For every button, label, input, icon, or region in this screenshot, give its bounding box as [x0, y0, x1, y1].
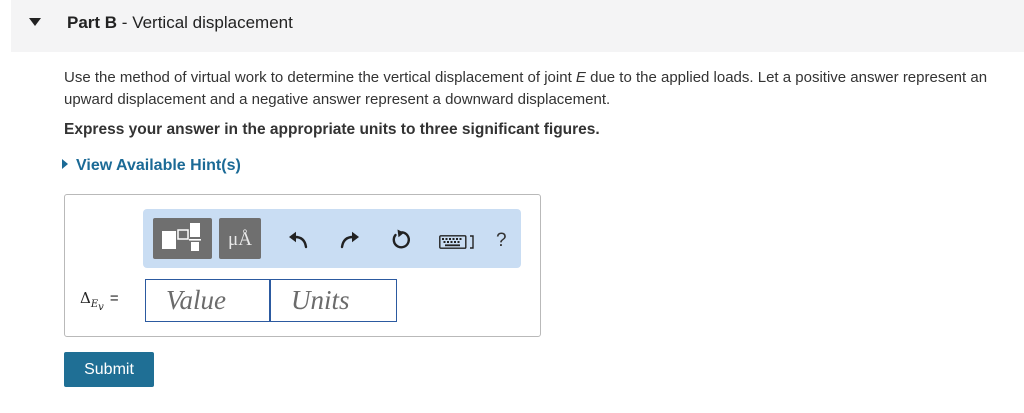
- value-input[interactable]: [145, 279, 270, 322]
- equals-sign: =: [109, 290, 119, 307]
- answer-instruction: Express your answer in the appropriate u…: [64, 121, 600, 138]
- reset-icon[interactable]: [389, 229, 411, 251]
- answer-label: ΔEv=: [80, 289, 119, 313]
- part-separator: -: [117, 13, 133, 32]
- part-label: Part B: [67, 13, 118, 32]
- help-icon[interactable]: ?: [496, 230, 507, 252]
- part-title: Part B - Vertical displacement: [67, 13, 293, 33]
- keyboard-icon[interactable]: [439, 235, 475, 249]
- collapse-caret-icon[interactable]: [29, 18, 41, 26]
- question-text: Use the method of virtual work to determ…: [64, 67, 1014, 111]
- templates-button[interactable]: [153, 218, 212, 259]
- undo-icon[interactable]: [287, 231, 309, 249]
- submit-button[interactable]: Submit: [64, 352, 154, 387]
- templates-icon: [162, 223, 201, 251]
- joint-label: E: [575, 69, 586, 86]
- units-button-label: μÅ: [228, 229, 252, 250]
- view-hints-label: View Available Hint(s): [76, 157, 241, 174]
- delta-symbol: Δ: [80, 289, 91, 307]
- expand-hint-icon: [62, 158, 68, 169]
- part-name: Vertical displacement: [132, 13, 293, 32]
- units-button[interactable]: μÅ: [219, 218, 261, 259]
- question-text-start: Use the method of virtual work to determ…: [64, 69, 576, 86]
- answer-sub-subscript: v: [98, 302, 104, 313]
- view-hints-link[interactable]: View Available Hint(s): [62, 157, 241, 175]
- units-input[interactable]: [270, 279, 397, 322]
- math-toolbar: μÅ ?: [143, 209, 521, 268]
- redo-icon[interactable]: [339, 231, 361, 249]
